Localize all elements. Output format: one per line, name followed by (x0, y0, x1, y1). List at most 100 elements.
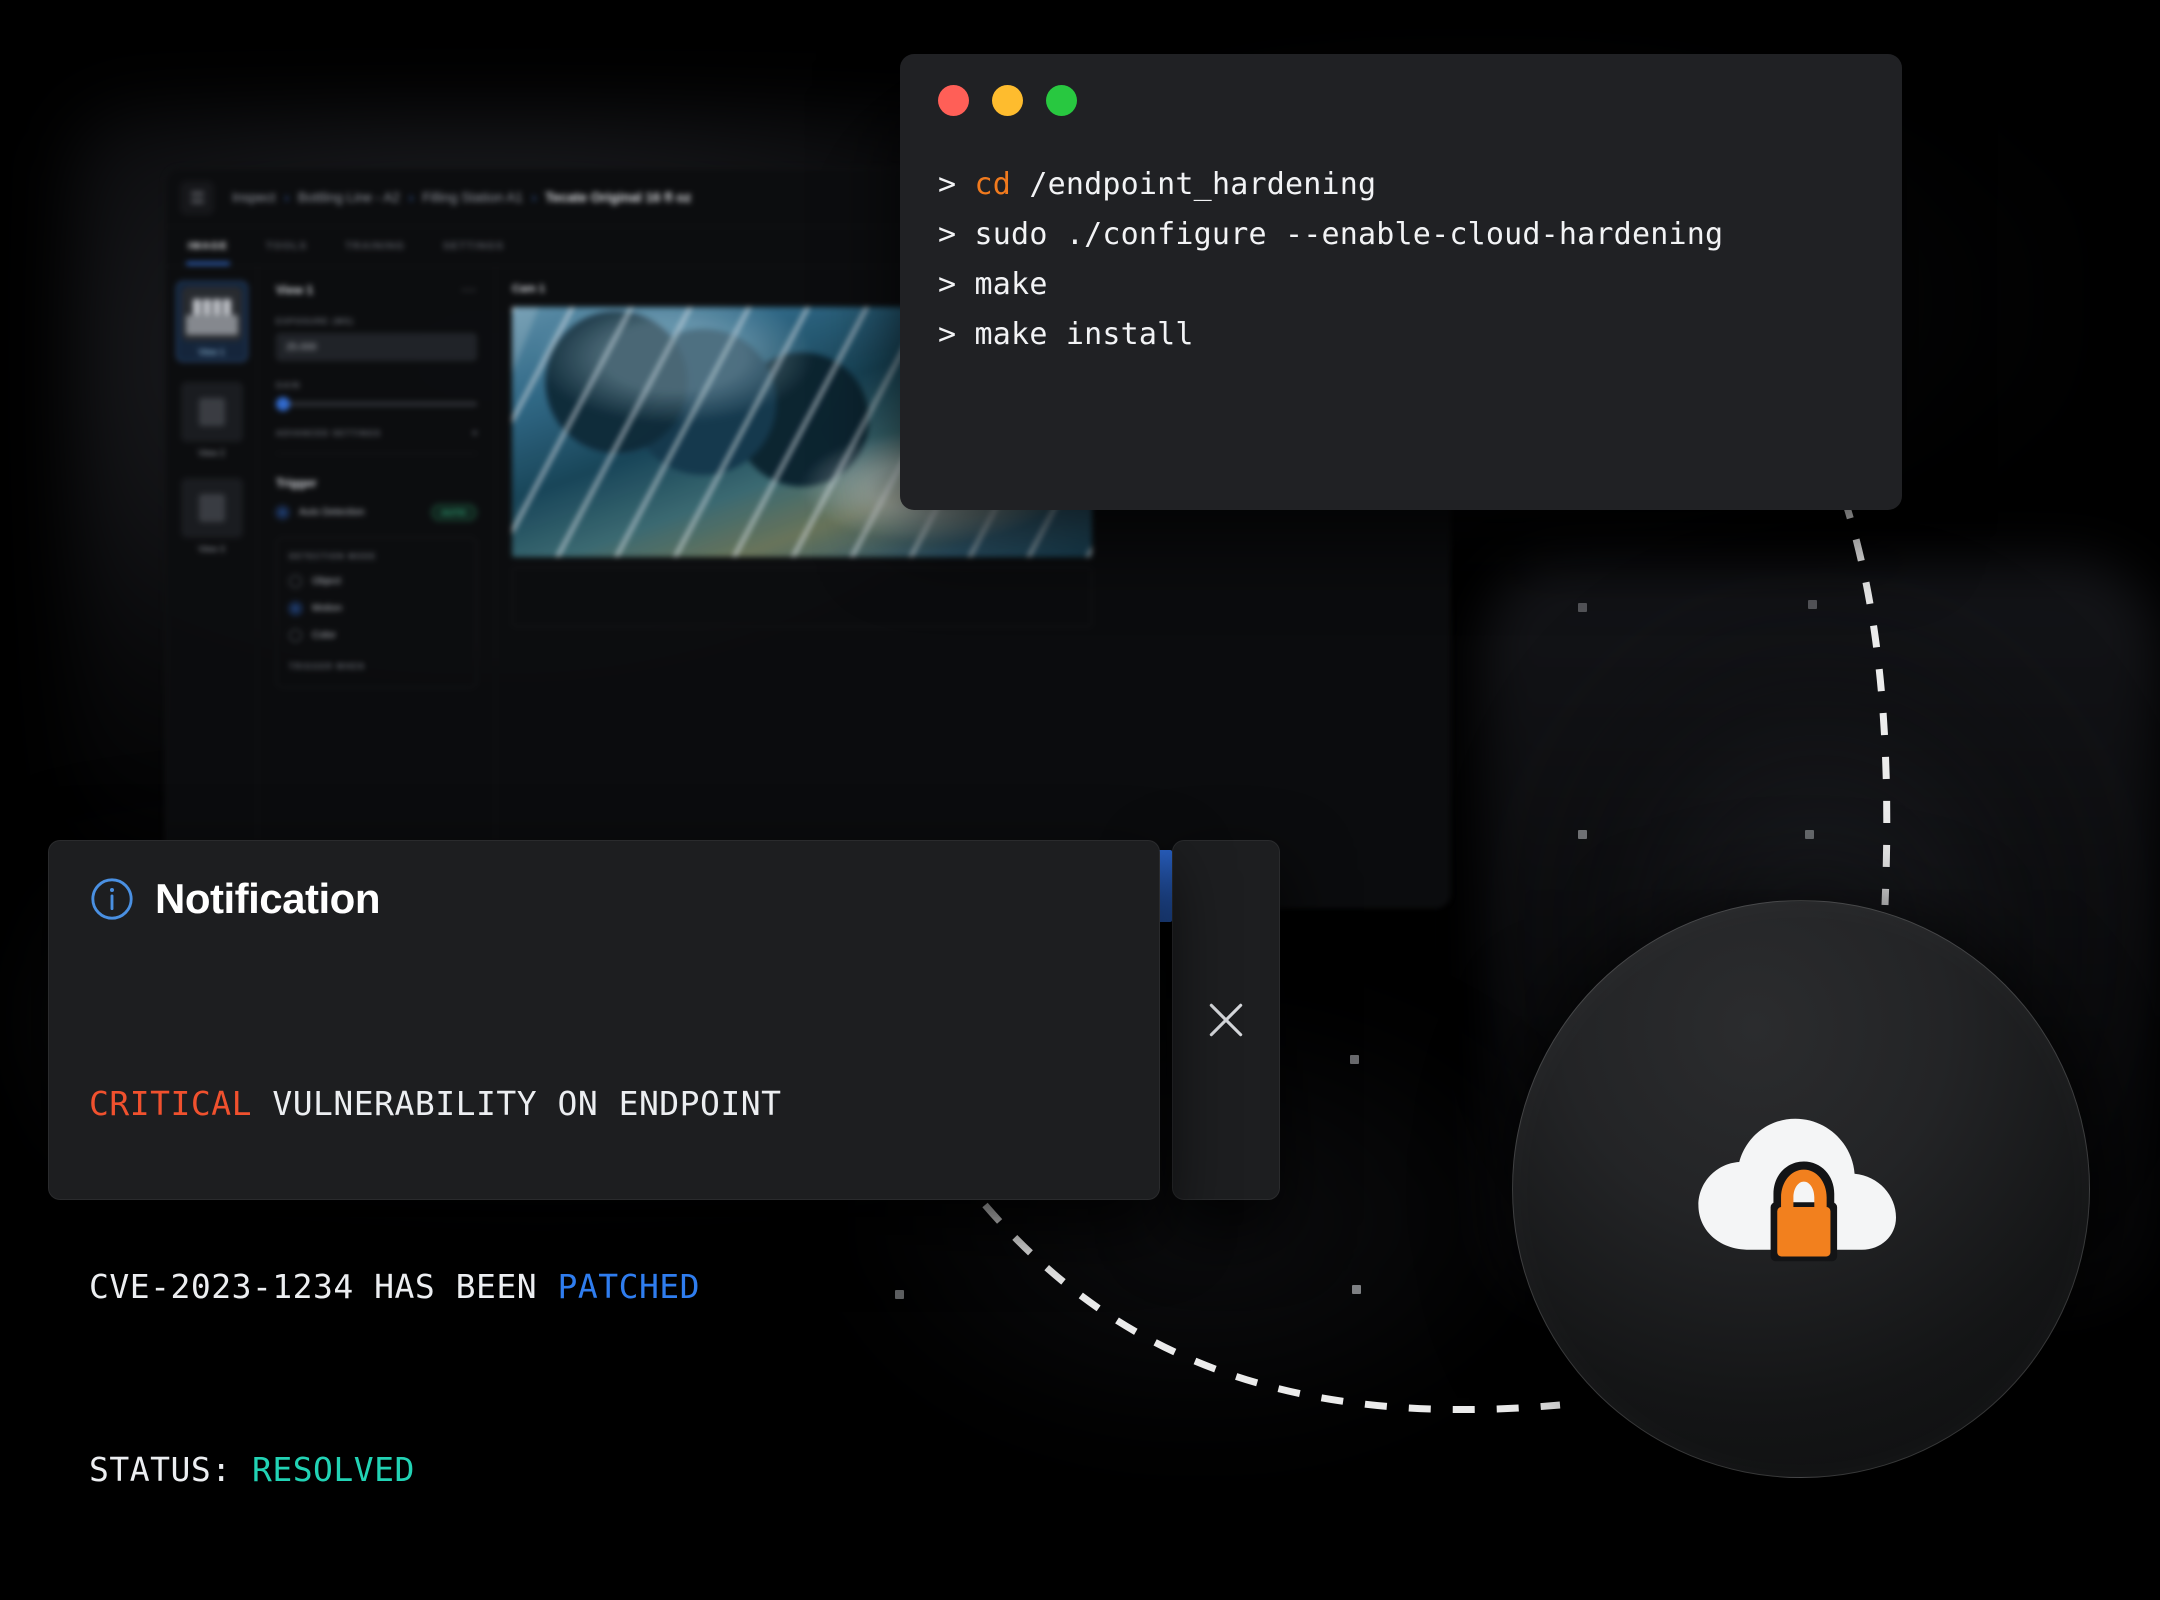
status-label: STATUS: (89, 1450, 252, 1489)
terminal-titlebar (900, 54, 1902, 146)
minimize-dot[interactable] (992, 84, 1023, 116)
thumbnail-image (181, 287, 242, 341)
terminal-window[interactable]: > cd /endpoint_hardening > sudo ./config… (900, 54, 1902, 510)
detection-mode-label: DETECTION MODE (289, 552, 377, 561)
terminal-prompt: > (938, 217, 975, 252)
view-settings-title: View 1 ··· (276, 283, 477, 297)
radio-object[interactable] (289, 575, 302, 588)
speck (1578, 603, 1587, 612)
radio-object-label: Object (312, 576, 341, 587)
chevron-right-icon: › (531, 190, 537, 205)
notification-title: Notification (155, 875, 380, 922)
thumbnail-label: View 1 (198, 347, 225, 357)
maximize-dot[interactable] (1046, 84, 1077, 116)
breadcrumb-item[interactable]: Inspect (232, 190, 276, 205)
detection-mode-motion[interactable]: Motion (289, 602, 464, 615)
terminal-prompt: > (938, 167, 975, 202)
trigger-when-label: TRIGGER WHEN (289, 662, 365, 671)
notification-line-2: CVE-2023-1234 HAS BEEN PATCHED (89, 1256, 1119, 1317)
detection-mode-card: DETECTION MODE Object Motion Color TRIGG… (276, 537, 477, 688)
auto-detection-row[interactable]: Auto Detection AUTO (276, 504, 477, 521)
gain-slider[interactable] (276, 397, 477, 411)
notification-line-1-text: VULNERABILITY ON ENDPOINT (251, 1084, 782, 1123)
terminal-line-3: > make (938, 260, 1902, 310)
screenshot-canvas: Inspect › Bottling Line - A2 › Filling S… (0, 0, 2160, 1600)
notification-close-panel[interactable] (1172, 840, 1280, 1200)
thumbnail-image (180, 478, 243, 538)
overflow-menu-icon[interactable]: ··· (462, 283, 477, 297)
divider (276, 453, 477, 454)
auto-detection-label: Auto Detection (299, 507, 365, 518)
thumbnail-label: View 2 (198, 448, 225, 458)
advanced-settings-label: ADVANCED SETTINGS (276, 429, 382, 438)
terminal-command-args: /endpoint_hardening (1011, 167, 1377, 202)
radio-motion-label: Motion (312, 603, 343, 614)
chevron-right-icon: › (408, 190, 414, 205)
breadcrumb-item[interactable]: Filling Station A1 (422, 190, 523, 205)
terminal-prompt: > (938, 317, 975, 352)
auto-detection-badge: AUTO (430, 504, 477, 521)
notification-line-3: STATUS: RESOLVED (89, 1439, 1119, 1500)
notification-line-1: CRITICAL VULNERABILITY ON ENDPOINT (89, 1073, 1119, 1134)
terminal-command-args: make install (974, 317, 1194, 352)
terminal-line-4: > make install (938, 310, 1902, 360)
thumbnail-label: View 3 (198, 544, 225, 554)
cloud-lock-icon (1698, 1118, 1896, 1262)
hamburger-menu-icon[interactable] (180, 180, 214, 215)
notification-accent-bar (1158, 850, 1172, 922)
chevron-down-icon: ▾ (472, 428, 477, 438)
speck (1805, 830, 1814, 839)
speck (1352, 1285, 1361, 1294)
speck (1578, 830, 1587, 839)
notification-toast[interactable]: Notification CRITICAL VULNERABILITY ON E… (48, 840, 1160, 1489)
terminal-prompt: > (938, 267, 975, 302)
terminal-line-2: > sudo ./configure --enable-cloud-harden… (938, 210, 1902, 260)
cloud-security-badge[interactable] (1512, 900, 2090, 1478)
gain-label: GAIN (276, 381, 301, 390)
tab-image[interactable]: IMAGE (186, 240, 230, 265)
close-dot[interactable] (938, 84, 969, 116)
notification-header: Notification (89, 875, 1119, 923)
radio-motion[interactable] (289, 602, 302, 615)
terminal-line-1: > cd /endpoint_hardening (938, 160, 1902, 210)
breadcrumb: Inspect › Bottling Line - A2 › Filling S… (232, 190, 691, 205)
close-icon[interactable] (1204, 998, 1248, 1042)
chevron-right-icon: › (284, 190, 289, 205)
view-settings-panel: View 1 ··· EXPOSURE (MS) 25.000 GAIN ADV… (258, 267, 496, 907)
patch-state-label: PATCHED (557, 1267, 701, 1306)
tab-training[interactable]: TRAINING (345, 240, 405, 254)
terminal-command-args: make (974, 267, 1048, 302)
thumbnail-image (180, 382, 243, 442)
status-badge: RESOLVED (251, 1450, 415, 1489)
camera-toolbar-strip[interactable] (512, 567, 1092, 627)
detection-mode-object[interactable]: Object (289, 575, 464, 588)
detection-mode-color[interactable]: Color (289, 629, 464, 642)
terminal-output[interactable]: > cd /endpoint_hardening > sudo ./config… (900, 146, 1902, 360)
speck (1350, 1055, 1359, 1064)
radio-color-label: Color (312, 630, 336, 641)
advanced-settings-toggle[interactable]: ADVANCED SETTINGS ▾ (276, 428, 477, 439)
trigger-section-title: Trigger (276, 476, 317, 490)
cve-identifier-text: CVE-2023-1234 HAS BEEN (89, 1267, 558, 1306)
view-settings-title-text: View 1 (276, 283, 314, 297)
breadcrumb-item[interactable]: Bottling Line - A2 (298, 190, 400, 205)
exposure-label: EXPOSURE (MS) (276, 317, 354, 326)
tab-tools[interactable]: TOOLS (266, 240, 307, 254)
thumbnail-view-2[interactable]: View 2 (180, 382, 243, 458)
notification-body: CRITICAL VULNERABILITY ON ENDPOINT CVE-2… (89, 951, 1119, 1600)
tab-settings[interactable]: SETTINGS (443, 240, 504, 254)
view-thumbnail-list: View 1 View 2 View 3 (166, 267, 258, 907)
terminal-command-keyword: cd (974, 167, 1012, 202)
thumbnail-view-3[interactable]: View 3 (180, 478, 243, 554)
gain-slider-knob[interactable] (276, 397, 290, 411)
speck (1808, 600, 1817, 609)
auto-detection-radio[interactable] (276, 506, 289, 519)
exposure-input[interactable]: 25.000 (276, 333, 477, 361)
exposure-value: 25.000 (286, 341, 317, 353)
info-circle-icon (91, 878, 133, 920)
severity-label: CRITICAL (89, 1084, 252, 1123)
breadcrumb-item-current: Tecate Original 16 fl oz (545, 190, 692, 205)
thumbnail-view-1[interactable]: View 1 (175, 281, 248, 362)
radio-color[interactable] (289, 629, 302, 642)
terminal-command-args: sudo ./configure --enable-cloud-hardenin… (974, 217, 1724, 252)
